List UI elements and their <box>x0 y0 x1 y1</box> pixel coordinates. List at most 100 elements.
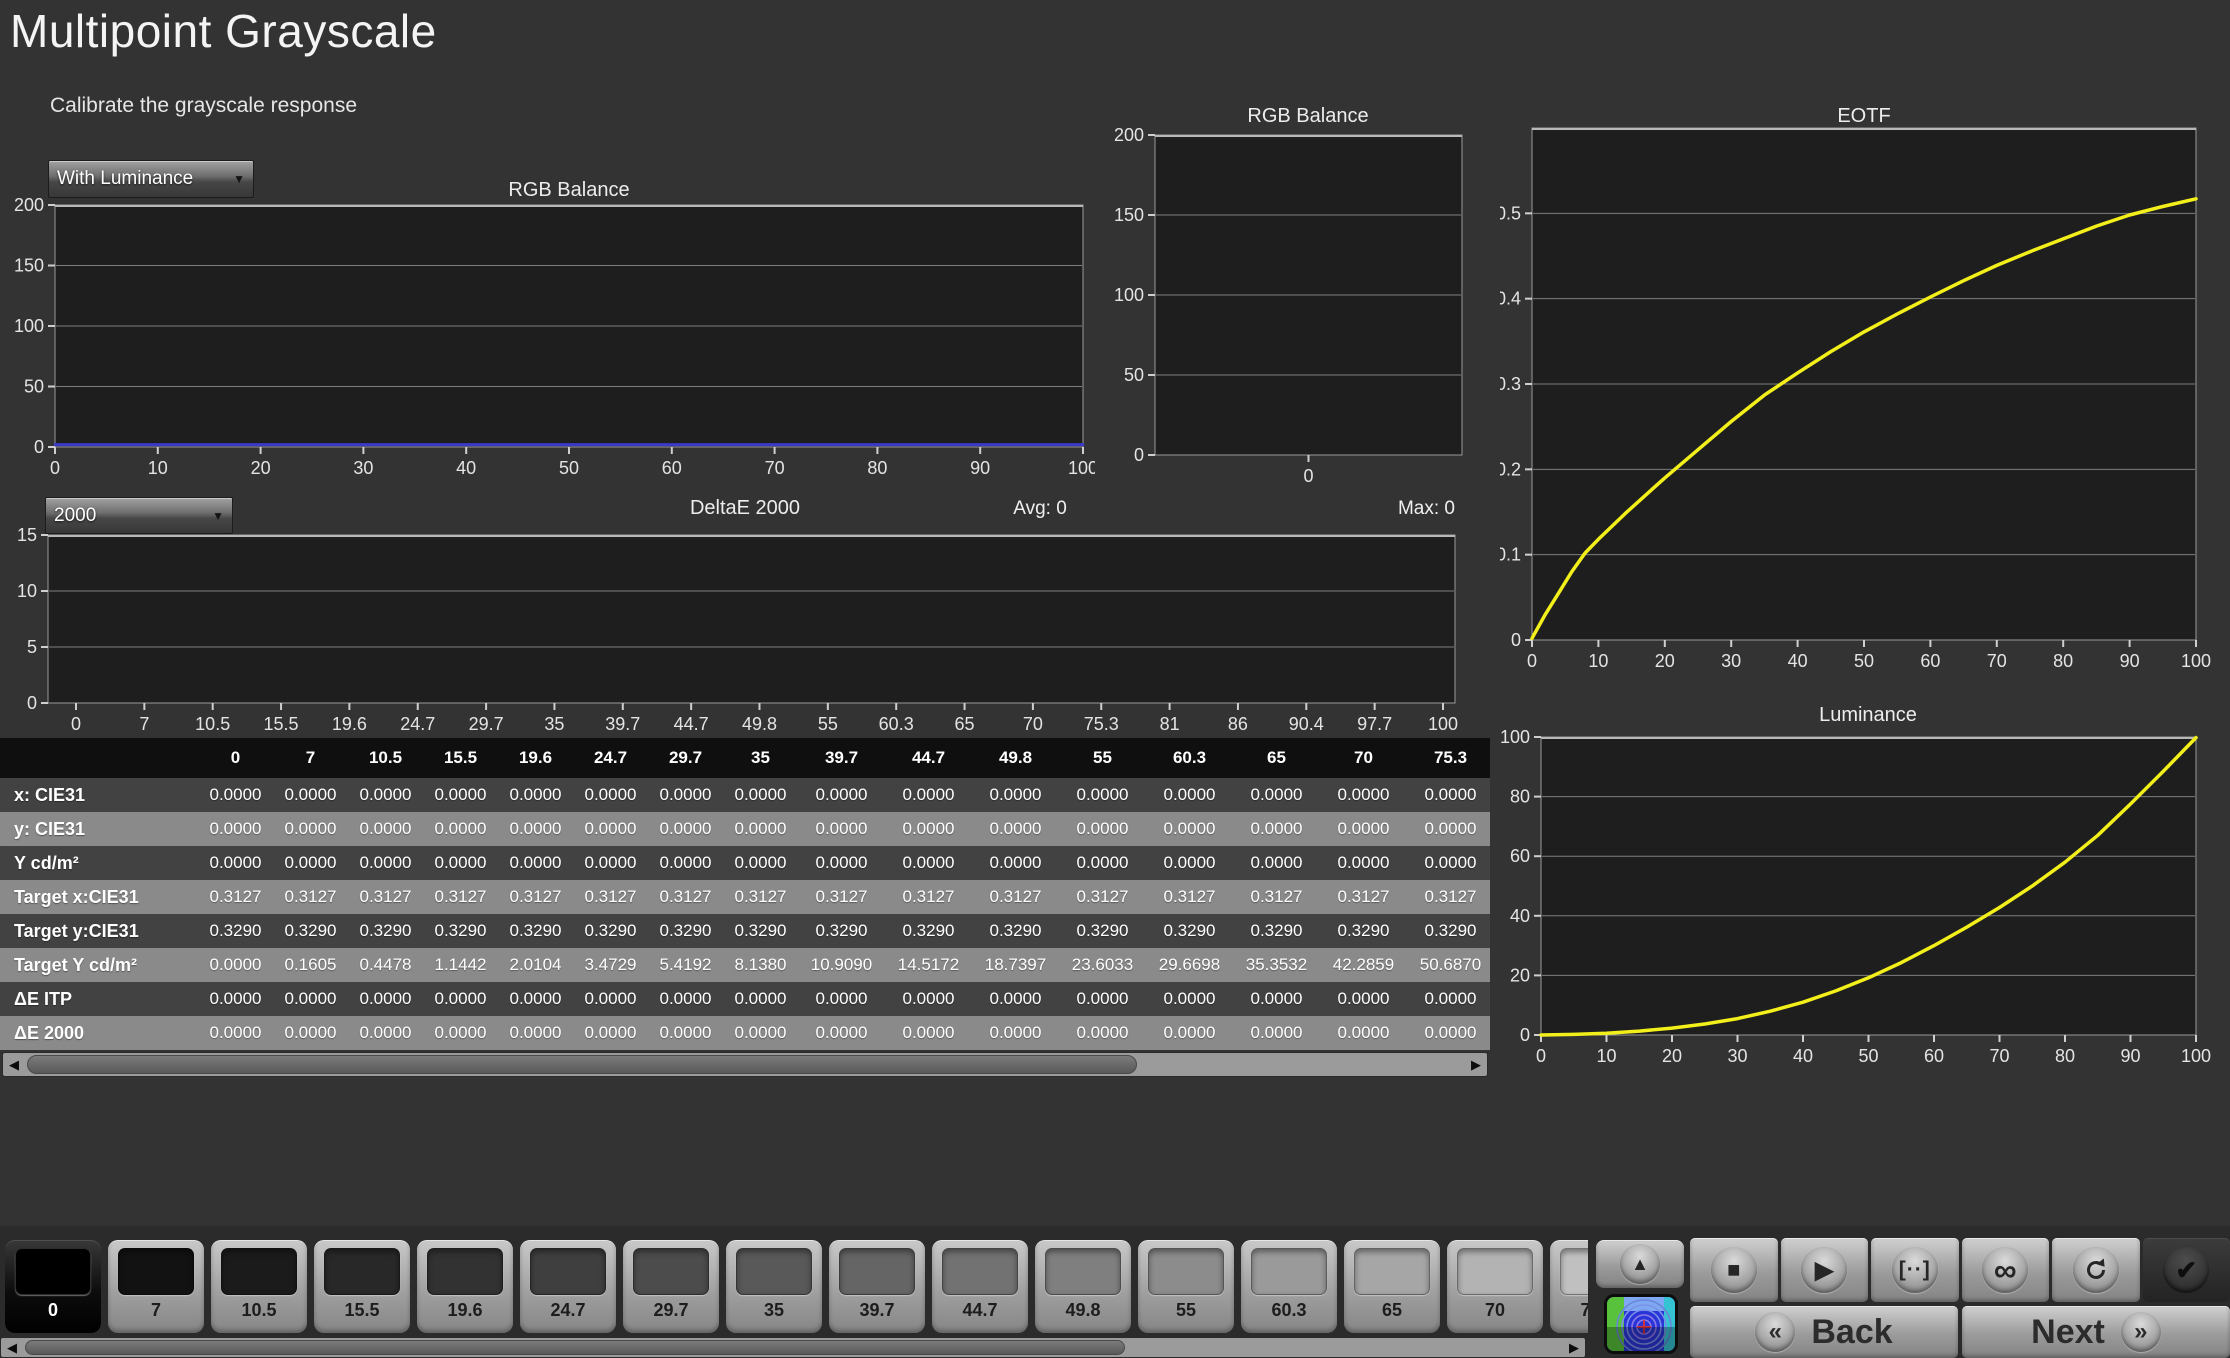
svg-text:0: 0 <box>1303 466 1313 486</box>
svg-text:10: 10 <box>1596 1046 1616 1066</box>
svg-text:100: 100 <box>2181 1046 2211 1066</box>
table-cell: 0.3127 <box>648 880 723 914</box>
table-cell: 0.3290 <box>1320 914 1407 948</box>
svg-text:RGB Balance: RGB Balance <box>1247 105 1368 127</box>
table-cell: 0.0000 <box>1059 812 1146 846</box>
table-cell: 0.0000 <box>972 982 1059 1016</box>
swatch-label: 75.3 <box>1550 1300 1588 1321</box>
svg-text:50: 50 <box>1854 651 1874 671</box>
scroll-left-icon[interactable]: ◀ <box>1 1340 23 1356</box>
svg-text:100: 100 <box>1428 714 1458 734</box>
grayscale-level-button-70[interactable]: 70 <box>1447 1240 1543 1333</box>
svg-text:30: 30 <box>1727 1046 1747 1066</box>
grayscale-level-button-7[interactable]: 7 <box>108 1240 204 1333</box>
grayscale-level-button-39.7[interactable]: 39.7 <box>829 1240 925 1333</box>
table-cell: 0.0000 <box>885 846 972 880</box>
table-row-label: Target y:CIE31 <box>0 914 198 948</box>
next-button[interactable]: Next » <box>1962 1306 2230 1358</box>
accept-button[interactable]: ✔ <box>2143 1238 2230 1302</box>
table-scrollbar-thumb[interactable] <box>27 1055 1137 1074</box>
table-scrollbar-track[interactable] <box>25 1053 1465 1076</box>
svg-text:20: 20 <box>1510 965 1530 985</box>
table-cell: 0.0000 <box>1233 812 1320 846</box>
gray-swatch <box>839 1248 915 1295</box>
window-scrollbar-thumb[interactable] <box>25 1340 1125 1355</box>
table-cell: 0.0000 <box>498 812 573 846</box>
svg-text:40: 40 <box>1510 906 1530 926</box>
table-cell: 0.0000 <box>423 846 498 880</box>
table-cell: 0.0000 <box>723 778 798 812</box>
table-row-label: Y cd/m² <box>0 846 198 880</box>
svg-text:DeltaE 2000: DeltaE 2000 <box>690 497 800 519</box>
svg-text:80: 80 <box>2053 651 2073 671</box>
pattern-preview-button[interactable] <box>1604 1294 1678 1354</box>
table-cell: 0.0000 <box>1233 982 1320 1016</box>
scroll-right-icon[interactable]: ▶ <box>1465 1057 1487 1073</box>
table-cell: 0.3127 <box>723 880 798 914</box>
grayscale-level-button-10.5[interactable]: 10.5 <box>211 1240 307 1333</box>
table-cell: 0.0000 <box>885 778 972 812</box>
table-scrollbar[interactable]: ◀ ▶ <box>2 1052 1488 1077</box>
continuous-measure-button[interactable]: ∞ <box>1962 1238 2050 1302</box>
table-cell: 0.0000 <box>798 812 885 846</box>
table-column-header: 39.7 <box>798 738 885 778</box>
table-cell: 0.0000 <box>498 982 573 1016</box>
grayscale-level-button-19.6[interactable]: 19.6 <box>417 1240 513 1333</box>
deltae-formula-dropdown[interactable]: 2000 ▼ <box>45 497 233 534</box>
table-column-header: 24.7 <box>573 738 648 778</box>
grayscale-level-button-75.3[interactable]: 75.3 <box>1550 1240 1588 1333</box>
svg-text:20: 20 <box>1662 1046 1682 1066</box>
table-cell: 0.3127 <box>1233 880 1320 914</box>
stop-button[interactable]: ■ <box>1690 1238 1778 1302</box>
window-scrollbar[interactable]: ◀ ▶ <box>0 1337 1586 1358</box>
svg-text:100: 100 <box>14 316 44 336</box>
gray-swatch <box>1457 1248 1533 1295</box>
grayscale-level-button-65[interactable]: 65 <box>1344 1240 1440 1333</box>
svg-text:70: 70 <box>1989 1046 2009 1066</box>
table-column-header: 65 <box>1233 738 1320 778</box>
scroll-left-icon[interactable]: ◀ <box>3 1057 25 1073</box>
pattern-window-button[interactable]: [··] <box>1871 1238 1959 1302</box>
table-cell: 0.0000 <box>1407 982 1490 1016</box>
svg-text:200: 200 <box>14 195 44 215</box>
grayscale-level-button-15.5[interactable]: 15.5 <box>314 1240 410 1333</box>
svg-text:90: 90 <box>2120 651 2140 671</box>
grayscale-level-button-55[interactable]: 55 <box>1138 1240 1234 1333</box>
table-cell: 0.0000 <box>1059 1016 1146 1050</box>
table-cell: 0.1605 <box>273 948 348 982</box>
grayscale-level-button-44.7[interactable]: 44.7 <box>932 1240 1028 1333</box>
back-button[interactable]: « Back <box>1690 1306 1958 1358</box>
window-scrollbar-track[interactable] <box>23 1338 1563 1357</box>
table-cell: 0.0000 <box>273 812 348 846</box>
table-cell: 0.0000 <box>198 778 273 812</box>
table-cell: 0.0000 <box>423 778 498 812</box>
back-chevrons-icon: « <box>1769 1318 1782 1346</box>
table-row-label: Target Y cd/m² <box>0 948 198 982</box>
grayscale-level-button-60.3[interactable]: 60.3 <box>1241 1240 1337 1333</box>
grayscale-level-button-0[interactable]: 0 <box>5 1240 101 1333</box>
swatch-label: 39.7 <box>829 1300 925 1321</box>
scroll-right-icon[interactable]: ▶ <box>1563 1340 1585 1356</box>
gray-swatch <box>1354 1248 1430 1295</box>
grayscale-level-button-29.7[interactable]: 29.7 <box>623 1240 719 1333</box>
table-cell: 0.0000 <box>648 846 723 880</box>
svg-text:0: 0 <box>1536 1046 1546 1066</box>
table-cell: 0.0000 <box>198 948 273 982</box>
table-cell: 35.3532 <box>1233 948 1320 982</box>
grayscale-level-button-35[interactable]: 35 <box>726 1240 822 1333</box>
grayscale-level-button-49.8[interactable]: 49.8 <box>1035 1240 1131 1333</box>
luminance-mode-dropdown[interactable]: With Luminance ▼ <box>48 160 254 198</box>
table-cell: 0.0000 <box>1407 778 1490 812</box>
grayscale-level-button-24.7[interactable]: 24.7 <box>520 1240 616 1333</box>
expand-up-button[interactable]: ▲ <box>1596 1240 1684 1288</box>
svg-text:60: 60 <box>662 458 682 478</box>
table-row: ΔE ITP0.00000.00000.00000.00000.00000.00… <box>0 982 1490 1016</box>
table-cell: 0.0000 <box>1407 1016 1490 1050</box>
svg-text:7: 7 <box>139 714 149 734</box>
table-column-header: 75.3 <box>1407 738 1490 778</box>
table-cell: 0.3127 <box>1407 880 1490 914</box>
gray-swatch <box>530 1248 606 1295</box>
refresh-button[interactable] <box>2052 1238 2140 1302</box>
play-button[interactable]: ▶ <box>1781 1238 1869 1302</box>
svg-text:60.3: 60.3 <box>879 714 914 734</box>
